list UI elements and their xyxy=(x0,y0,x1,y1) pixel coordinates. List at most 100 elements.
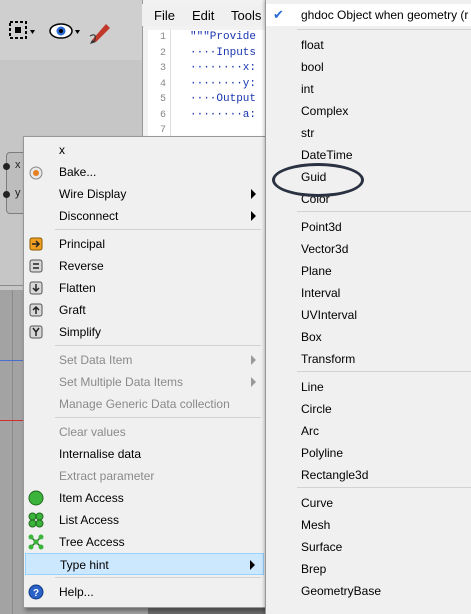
type-hint-label: Line xyxy=(301,380,324,394)
type-hint-label: Arc xyxy=(301,424,319,438)
menu-item-disconnect[interactable]: Disconnect xyxy=(25,205,264,227)
menu-item-wire-display[interactable]: Wire Display xyxy=(25,183,264,205)
menu-item-bake[interactable]: Bake... xyxy=(25,161,264,183)
menu-item-clear-values[interactable]: Clear values xyxy=(25,421,264,443)
menu-item-reverse[interactable]: Reverse xyxy=(25,255,264,277)
type-hint-label: Rectangle3d xyxy=(301,468,369,482)
menu-item-item-access[interactable]: Item Access xyxy=(25,487,264,509)
simplify-icon xyxy=(28,324,44,340)
type-hint-label: Vector3d xyxy=(301,242,349,256)
menu-tools[interactable]: Tools xyxy=(231,8,261,23)
type-hint-ghdoc-item[interactable]: ✔ ghdoc Object when geometry (r xyxy=(266,4,471,26)
list-access-icon xyxy=(28,512,44,528)
type-hint-arc[interactable]: Arc xyxy=(266,420,471,442)
type-hint-label: Box xyxy=(301,330,322,344)
bake-icon xyxy=(28,164,44,180)
type-hint-float[interactable]: float xyxy=(266,34,471,56)
menu-item-label: List Access xyxy=(59,513,120,527)
code-editor[interactable]: 1 """Provide 2 ····Inputs 3 ········x: 4 ······… xyxy=(148,30,270,140)
principal-icon xyxy=(28,236,44,252)
menu-item-internalise-data[interactable]: Internalise data xyxy=(25,443,264,465)
type-hint-box[interactable]: Box xyxy=(266,326,471,348)
menu-item-type-hint[interactable]: Type hint xyxy=(25,553,264,575)
graft-icon xyxy=(28,302,44,318)
type-hint-mesh[interactable]: Mesh xyxy=(266,514,471,536)
menu-item-simplify[interactable]: Simplify xyxy=(25,321,264,343)
gutter-divider xyxy=(170,30,171,140)
type-hint-bool[interactable]: bool xyxy=(266,56,471,78)
type-hint-surface[interactable]: Surface xyxy=(266,536,471,558)
menu-item-set-data-item[interactable]: Set Data Item xyxy=(25,349,264,371)
menu-item-principal[interactable]: Principal xyxy=(25,233,264,255)
code-line: ········a: xyxy=(190,108,257,121)
menu-item-label: Bake... xyxy=(59,165,97,179)
type-hint-interval[interactable]: Interval xyxy=(266,282,471,304)
type-hint-rectangle3d[interactable]: Rectangle3d xyxy=(266,464,471,486)
type-hint-label: Complex xyxy=(301,104,349,118)
menu-item-set-multiple-data-items[interactable]: Set Multiple Data Items xyxy=(25,371,264,393)
menu-item-extract-parameter[interactable]: Extract parameter xyxy=(25,465,264,487)
type-hint-label: Surface xyxy=(301,540,343,554)
input-port[interactable] xyxy=(3,163,10,170)
type-hint-point3d[interactable]: Point3d xyxy=(266,216,471,238)
type-hint-curve[interactable]: Curve xyxy=(266,492,471,514)
editor-menubar: File Edit Tools xyxy=(142,4,270,26)
menu-separator xyxy=(55,417,261,418)
menu-item-label: Type hint xyxy=(60,558,109,572)
param-name-label: x xyxy=(59,143,65,157)
sketch-pen-icon[interactable] xyxy=(88,18,116,44)
type-hint-complex[interactable]: Complex xyxy=(266,100,471,122)
menu-item-list-access[interactable]: List Access xyxy=(25,509,264,531)
input-port[interactable] xyxy=(3,191,10,198)
input-y-label: y xyxy=(15,187,21,199)
type-hint-label: DateTime xyxy=(301,148,353,162)
menu-item-manage-generic-data-collection[interactable]: Manage Generic Data collection xyxy=(25,393,264,415)
type-hint-submenu: ✔ ghdoc Object when geometry (r float boo… xyxy=(265,0,471,614)
menu-item-tree-access[interactable]: Tree Access xyxy=(25,531,264,553)
type-hint-plane[interactable]: Plane xyxy=(266,260,471,282)
menu-file[interactable]: File xyxy=(154,8,175,23)
menu-item-label: Flatten xyxy=(59,281,96,295)
code-line: """Provide xyxy=(190,31,257,43)
type-hint-transform[interactable]: Transform xyxy=(266,348,471,370)
menu-item-label: Disconnect xyxy=(59,209,119,223)
type-hint-polyline[interactable]: Polyline xyxy=(266,442,471,464)
menu-item-label: Set Data Item xyxy=(59,353,133,367)
annotation-ring xyxy=(272,163,364,197)
type-hint-brep[interactable]: Brep xyxy=(266,558,471,580)
type-hint-label: ghdoc Object when geometry (r xyxy=(301,8,469,22)
type-hint-line[interactable]: Line xyxy=(266,376,471,398)
input-x-label: x xyxy=(15,159,21,171)
preview-eye-icon[interactable] xyxy=(48,18,82,44)
menu-edit[interactable]: Edit xyxy=(192,8,214,23)
menu-item-help[interactable]: ? Help... xyxy=(25,581,264,603)
submenu-arrow-icon xyxy=(251,377,256,387)
type-hint-circle[interactable]: Circle xyxy=(266,398,471,420)
type-hint-str[interactable]: str xyxy=(266,122,471,144)
type-hint-geometrybase[interactable]: GeometryBase xyxy=(266,580,471,602)
type-hint-vector3d[interactable]: Vector3d xyxy=(266,238,471,260)
menu-item-label: Simplify xyxy=(59,325,102,339)
type-hint-int[interactable]: int xyxy=(266,78,471,100)
select-tool-icon[interactable] xyxy=(6,18,36,44)
type-hint-label: Brep xyxy=(301,562,327,576)
menu-item-flatten[interactable]: Flatten xyxy=(25,277,264,299)
check-icon: ✔ xyxy=(273,7,284,22)
type-hint-label: Transform xyxy=(301,352,356,366)
context-menu-header: x xyxy=(25,139,264,161)
menu-item-label: Manage Generic Data collection xyxy=(59,397,230,411)
menu-item-graft[interactable]: Graft xyxy=(25,299,264,321)
type-hint-datetime[interactable]: DateTime xyxy=(266,144,471,166)
menu-item-label: Item Access xyxy=(59,491,124,505)
line-number: 5 xyxy=(159,94,166,105)
flatten-icon xyxy=(28,280,44,296)
menu-item-label: Principal xyxy=(59,237,106,251)
line-number: 2 xyxy=(159,47,166,59)
help-icon: ? xyxy=(28,584,44,600)
code-line: ········x: xyxy=(190,62,257,74)
type-hint-label: GeometryBase xyxy=(301,584,382,598)
grasshopper-toolbar xyxy=(0,0,148,61)
type-hint-uvinterval[interactable]: UVInterval xyxy=(266,304,471,326)
submenu-arrow-icon xyxy=(251,211,256,221)
type-hint-label: Mesh xyxy=(301,518,331,532)
